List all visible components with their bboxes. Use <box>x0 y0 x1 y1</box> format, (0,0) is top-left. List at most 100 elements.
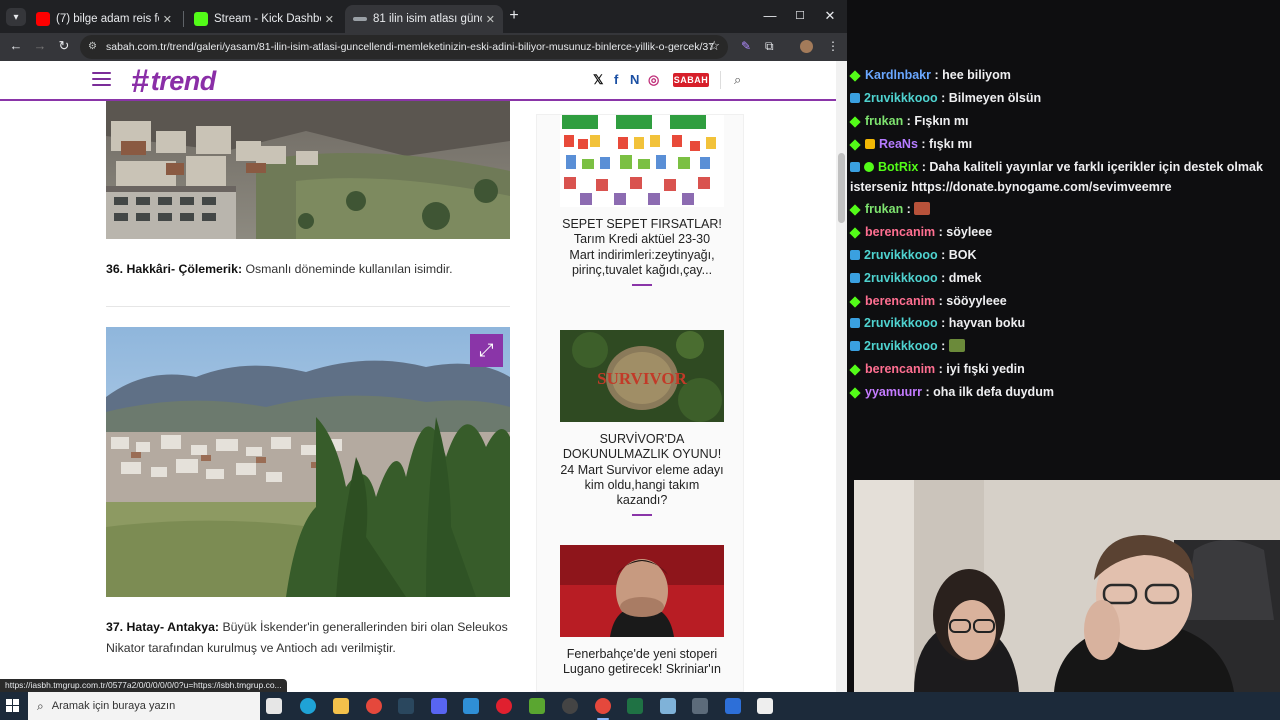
chat-username[interactable]: 2ruvikkkooo <box>864 248 938 262</box>
chat-username[interactable]: 2ruvikkkooo <box>864 316 938 330</box>
chat-username[interactable]: 2ruvikkkooo <box>864 271 938 285</box>
file-explorer-icon[interactable] <box>333 698 349 714</box>
chat-username[interactable]: frukan <box>865 202 903 216</box>
menu-hamburger-icon[interactable] <box>92 72 111 86</box>
gem-badge-icon <box>849 139 861 151</box>
trend-logo[interactable]: # trend <box>131 63 216 99</box>
back-arrow-icon[interactable]: ← <box>7 38 25 53</box>
header-divider <box>720 71 721 89</box>
chat-message: frukan : Fışkın mı <box>849 112 1270 132</box>
sidebar-card-fenerbahce[interactable]: Fenerbahçe'de yeni stoperi Lugano getire… <box>560 545 724 678</box>
link-status-bar: https://iasbh.tmgrup.com.tr/0577a2/0/0/0… <box>0 679 287 692</box>
chat-text: Bilmeyen ölsün <box>948 91 1042 105</box>
windows-start-icon[interactable] <box>6 699 20 713</box>
search-icon: ⌕ <box>37 698 44 713</box>
tab-youtube[interactable]: (7) bilge adam reis form - YouTube ✕ <box>28 5 180 33</box>
web-page: # trend 𝕏 f N ◎ SABAH ⌕ 36. Hakkâri- Çöl… <box>0 61 836 692</box>
close-window-icon[interactable]: ✕ <box>822 8 838 24</box>
tab-kick-dashboard[interactable]: Stream - Kick Dashboard ✕ <box>186 5 342 33</box>
tab-search-button[interactable]: ▾ <box>6 8 26 26</box>
task-view-icon[interactable] <box>266 698 282 714</box>
opera-icon[interactable] <box>496 698 512 714</box>
chat-separator: : <box>903 114 915 128</box>
browser-menu-icon[interactable]: ⋮ <box>827 39 839 53</box>
app-dots-icon[interactable] <box>725 698 741 714</box>
chat-username[interactable]: berencanim <box>865 225 935 239</box>
new-tab-icon[interactable]: + <box>506 7 522 25</box>
scrollbar-thumb[interactable] <box>838 153 845 223</box>
tab-title: 81 ilin isim atlası güncellendi! M <box>373 13 482 25</box>
chat-message: 2ruvikkkooo : BOK <box>850 246 1270 266</box>
gem-badge-icon <box>849 387 861 399</box>
card-title: SURVİVOR'DA DOKUNULMAZLIK OYUNU! 24 Mart… <box>560 432 724 508</box>
xbox-icon[interactable] <box>529 698 545 714</box>
gem-badge-icon <box>849 227 861 239</box>
chat-separator: : <box>918 160 930 174</box>
kick-icon <box>194 12 208 26</box>
chat-separator: : <box>935 225 947 239</box>
chrome-active-icon[interactable] <box>595 698 611 720</box>
sidebar-card-tarim-kredi[interactable]: SEPET SEPET FIRSATLAR! Tarım Kredi aktüe… <box>560 115 724 287</box>
chat-separator: : <box>917 137 930 151</box>
caption-36-text: Osmanlı döneminde kullanılan isimdir. <box>242 262 453 276</box>
chat-username[interactable]: 2ruvikkkooo <box>864 339 938 353</box>
chat-text: hayvan boku <box>948 316 1026 330</box>
expand-photo-icon[interactable]: ⤢ <box>470 334 503 367</box>
chat-username[interactable]: frukan <box>865 114 903 128</box>
webcam-overlay <box>854 480 1280 692</box>
chat-message: frukan : <box>849 200 1270 220</box>
caption-36-title: Hakkâri- Çölemerik: <box>126 262 243 276</box>
sabah-logo[interactable]: SABAH <box>673 73 709 87</box>
profile-avatar-icon[interactable] <box>800 40 813 53</box>
tab-close-icon[interactable]: ✕ <box>486 13 495 26</box>
search-icon[interactable]: ⌕ <box>734 72 741 88</box>
chat-username[interactable]: ReaNs <box>879 137 918 151</box>
obs-icon[interactable] <box>562 698 578 714</box>
gem-badge-icon <box>849 70 861 82</box>
n-news-icon[interactable]: N <box>630 72 639 87</box>
page-scrollbar[interactable] <box>836 61 847 692</box>
tab-sabah-article[interactable]: 81 ilin isim atlası güncellendi! M ✕ <box>345 5 503 33</box>
survivor-logo-text: SURVIVOR <box>597 369 687 388</box>
chat-username[interactable]: berencanim <box>865 362 935 376</box>
chat-username[interactable]: BotRix <box>878 160 918 174</box>
chrome-icon[interactable] <box>366 698 382 714</box>
discord-icon[interactable] <box>431 698 447 714</box>
chat-message: BotRix : Daha kaliteli yayınlar ve farkl… <box>850 158 1270 197</box>
extensions-puzzle-icon[interactable]: ⧉ <box>765 39 774 54</box>
facebook-icon[interactable]: f <box>614 72 618 87</box>
hakkari-photo <box>106 101 510 239</box>
chat-separator: : <box>937 271 949 285</box>
extension-pen-icon[interactable]: ✎ <box>741 39 751 53</box>
chat-username[interactable]: Kardlnbakr <box>865 68 931 82</box>
x-twitter-icon[interactable]: 𝕏 <box>593 72 603 88</box>
notes-icon[interactable] <box>660 698 676 714</box>
sidebar-card-survivor[interactable]: SURVIVOR SURVİVOR'DA DOKUNULMAZLIK OYUNU… <box>560 330 724 517</box>
chat-separator: : <box>921 385 934 399</box>
minimize-icon[interactable]: — <box>762 8 778 23</box>
tab-close-icon[interactable]: ✕ <box>163 13 172 26</box>
forward-arrow-icon[interactable]: → <box>31 38 49 53</box>
mod-badge-icon <box>864 162 874 172</box>
divider <box>106 306 510 307</box>
app-blue-icon[interactable] <box>463 698 479 714</box>
site-info-icon[interactable]: ⚙ <box>88 41 100 53</box>
chat-username[interactable]: berencanim <box>865 294 935 308</box>
capcut-icon[interactable] <box>757 698 773 714</box>
address-bar[interactable]: ⚙ sabah.com.tr/trend/galeri/yasam/81-ili… <box>80 35 728 59</box>
bookmark-star-icon[interactable]: ☆ <box>708 38 720 54</box>
hatay-photo[interactable] <box>106 327 510 597</box>
instagram-icon[interactable]: ◎ <box>648 72 659 88</box>
maximize-icon[interactable]: ☐ <box>792 9 808 22</box>
tab-close-icon[interactable]: ✕ <box>325 13 334 26</box>
edge-icon[interactable] <box>300 698 316 714</box>
calculator-icon[interactable] <box>692 698 708 714</box>
excel-icon[interactable] <box>627 698 643 714</box>
chat-text: dmek <box>948 271 982 285</box>
chat-message: 2ruvikkkooo : dmek <box>850 269 1270 289</box>
chat-username[interactable]: 2ruvikkkooo <box>864 91 938 105</box>
reload-icon[interactable]: ↻ <box>55 38 73 54</box>
chat-username[interactable]: yyamuurr <box>865 385 922 399</box>
taskbar-search-box[interactable]: ⌕ Aramak için buraya yazın <box>28 692 260 720</box>
steam-icon[interactable] <box>398 698 414 714</box>
